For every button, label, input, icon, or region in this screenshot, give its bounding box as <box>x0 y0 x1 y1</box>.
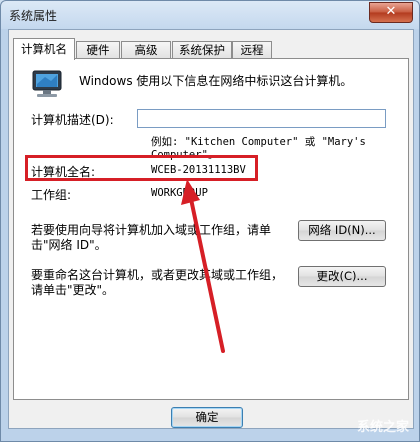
tab-computer-name[interactable]: 计算机名 <box>13 38 75 60</box>
system-properties-window: 系统属性 ✕ 计算机名 硬件 高级 系统保护 远程 Windows 使用以下信息… <box>0 0 420 442</box>
annotation-arrow-icon <box>181 179 225 353</box>
watermark-text: 系统之家 <box>356 420 409 435</box>
